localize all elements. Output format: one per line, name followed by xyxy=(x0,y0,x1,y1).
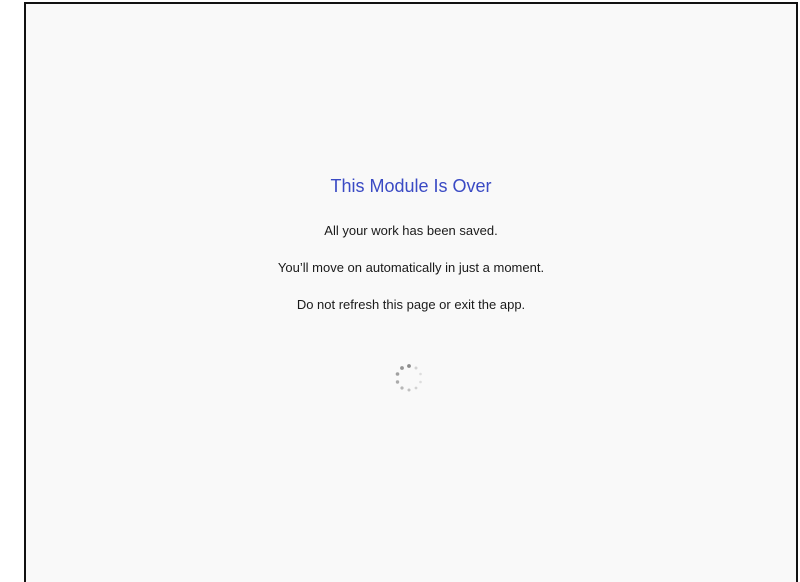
page-title: This Module Is Over xyxy=(330,176,492,196)
auto-advance-text: You’ll move on automatically in just a m… xyxy=(277,260,545,275)
module-over-panel: This Module Is Over All your work has be… xyxy=(24,2,798,582)
do-not-refresh-text: Do not refresh this page or exit the app… xyxy=(296,297,526,312)
loading-spinner-icon xyxy=(395,364,422,392)
work-saved-text: All your work has been saved. xyxy=(324,223,498,238)
